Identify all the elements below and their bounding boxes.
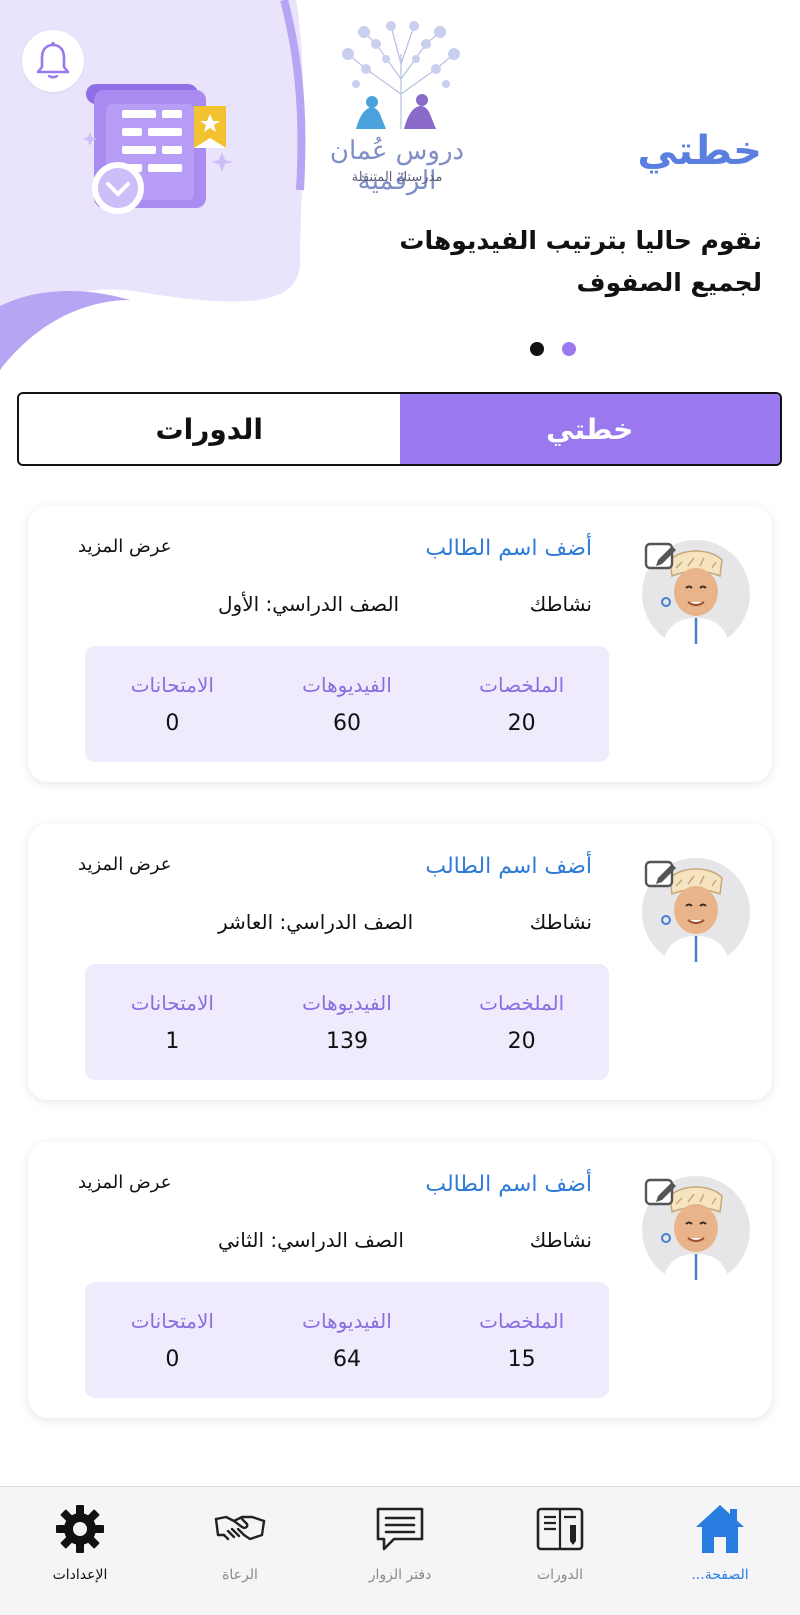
stat-value: 20 xyxy=(507,1028,536,1054)
stat-label: الامتحانات xyxy=(130,990,214,1015)
stat-label: الملخصات xyxy=(479,990,565,1015)
stat-value: 15 xyxy=(507,1346,536,1372)
stat-exams: الامتحانات 0 xyxy=(85,1282,260,1398)
logo-subtitle: مدرستك المتنقلة xyxy=(351,170,443,185)
home-icon xyxy=(696,1505,744,1553)
activity-label: نشاطك xyxy=(529,1228,592,1252)
plan-document-illustration xyxy=(83,84,233,214)
notifications-button[interactable] xyxy=(22,30,84,92)
nav-settings[interactable]: الإعدادات xyxy=(0,1487,160,1615)
tab-courses[interactable]: الدورات xyxy=(19,394,400,464)
edit-icon[interactable] xyxy=(644,858,678,890)
carousel-indicators[interactable] xyxy=(530,342,576,356)
stats-panel: الملخصات 20 الفيديوهات 60 الامتحانات 0 xyxy=(85,646,609,762)
header-banner: دروس عُمان الرقمية مدرستك المتنقلة خطتي … xyxy=(0,0,800,380)
edit-icon[interactable] xyxy=(644,1176,678,1208)
nav-label: الإعدادات xyxy=(52,1567,108,1583)
notebook-icon xyxy=(536,1507,584,1551)
stat-value: 64 xyxy=(333,1346,361,1372)
stat-label: الامتحانات xyxy=(130,672,214,697)
nav-guestbook[interactable]: دفتر الزوار xyxy=(320,1487,480,1615)
student-avatar[interactable] xyxy=(642,1176,750,1284)
stat-label: الفيديوهات xyxy=(302,672,392,697)
stat-label: الفيديوهات xyxy=(302,1308,392,1333)
stat-value: 139 xyxy=(326,1028,368,1054)
stat-summaries: الملخصات 20 xyxy=(434,646,609,762)
edit-icon[interactable] xyxy=(644,540,678,572)
nav-home[interactable]: الصفحة... xyxy=(640,1487,800,1615)
segmented-tabs: الدورات خطتي xyxy=(17,392,782,466)
stat-value: 0 xyxy=(165,710,180,736)
grade-label: الصف الدراسي: الثاني xyxy=(218,1228,404,1252)
activity-label: نشاطك xyxy=(529,592,592,616)
stat-summaries: الملخصات 15 xyxy=(434,1282,609,1398)
stat-value: 20 xyxy=(507,710,536,736)
stat-videos: الفيديوهات 64 xyxy=(260,1282,435,1398)
nav-label: الرعاة xyxy=(222,1567,258,1583)
banner-text: نقوم حاليا بترتيب الفيديوهات لجميع الصفو… xyxy=(399,226,762,297)
add-student-name-link[interactable]: أضف اسم الطالب xyxy=(425,1172,592,1197)
nav-courses[interactable]: الدورات xyxy=(480,1487,640,1615)
stat-value: 0 xyxy=(165,1346,180,1372)
stat-exams: الامتحانات 1 xyxy=(85,964,260,1080)
view-more-link[interactable]: عرض المزيد xyxy=(78,1172,171,1193)
activity-label: نشاطك xyxy=(529,910,592,934)
bell-icon xyxy=(36,42,70,79)
student-card: أضف اسم الطالب عرض المزيد نشاطك الصف الد… xyxy=(28,1142,772,1418)
stat-summaries: الملخصات 20 xyxy=(434,964,609,1080)
stats-panel: الملخصات 20 الفيديوهات 139 الامتحانات 1 xyxy=(85,964,609,1080)
add-student-name-link[interactable]: أضف اسم الطالب xyxy=(425,536,592,561)
grade-label: الصف الدراسي: العاشر xyxy=(218,910,414,934)
nav-label: الدورات xyxy=(536,1567,584,1583)
stat-value: 1 xyxy=(165,1028,180,1054)
student-avatar[interactable] xyxy=(642,540,750,648)
stat-label: الفيديوهات xyxy=(302,990,392,1015)
handshake-icon xyxy=(214,1515,266,1541)
carousel-dot-active[interactable] xyxy=(562,342,576,356)
stat-label: الملخصات xyxy=(479,672,565,697)
view-more-link[interactable]: عرض المزيد xyxy=(78,854,171,875)
tab-my-plan[interactable]: خطتي xyxy=(399,394,780,464)
banner-title: خطتي xyxy=(637,128,762,174)
nav-label: دفتر الزوار xyxy=(368,1567,432,1583)
student-card: أضف اسم الطالب عرض المزيد نشاطك الصف الد… xyxy=(28,506,772,782)
stat-videos: الفيديوهات 60 xyxy=(260,646,435,762)
bottom-navigation: الإعدادات الرعاة دفتر الزوار الدورات الص… xyxy=(0,1486,800,1615)
student-card: أضف اسم الطالب عرض المزيد نشاطك الصف الد… xyxy=(28,824,772,1100)
stat-videos: الفيديوهات 139 xyxy=(260,964,435,1080)
stats-panel: الملخصات 15 الفيديوهات 64 الامتحانات 0 xyxy=(85,1282,609,1398)
add-student-name-link[interactable]: أضف اسم الطالب xyxy=(425,854,592,879)
stat-value: 60 xyxy=(333,710,361,736)
gear-icon xyxy=(56,1505,104,1553)
stat-exams: الامتحانات 0 xyxy=(85,646,260,762)
nav-sponsors[interactable]: الرعاة xyxy=(160,1487,320,1615)
student-avatar[interactable] xyxy=(642,858,750,966)
stat-label: الامتحانات xyxy=(130,1308,214,1333)
logo-title: دروس عُمان الرقمية xyxy=(329,136,465,196)
nav-label: الصفحة... xyxy=(691,1567,749,1583)
stat-label: الملخصات xyxy=(479,1308,565,1333)
grade-label: الصف الدراسي: الأول xyxy=(218,592,400,616)
guestbook-icon xyxy=(376,1507,424,1551)
carousel-dot[interactable] xyxy=(530,342,544,356)
view-more-link[interactable]: عرض المزيد xyxy=(78,536,171,557)
